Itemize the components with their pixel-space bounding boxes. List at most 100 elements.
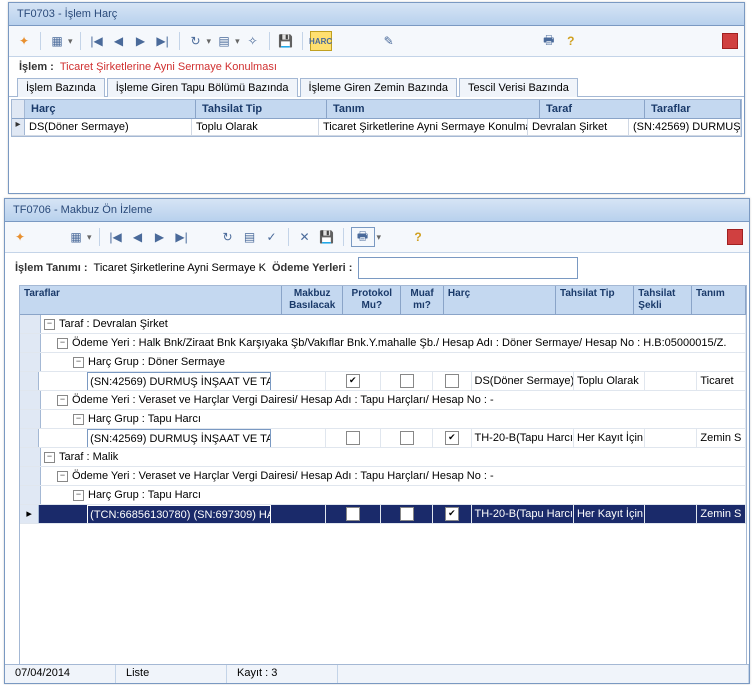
makbuz-checkbox[interactable] <box>346 431 360 445</box>
odeme-yerleri-label: Ödeme Yerleri : <box>272 262 353 274</box>
tool-icon[interactable]: ✎ <box>380 32 398 50</box>
makbuz-checkbox[interactable] <box>346 374 360 388</box>
collapse-icon[interactable]: − <box>57 395 68 406</box>
tab-tescil[interactable]: Tescil Verisi Bazında <box>459 78 578 97</box>
tree-odeme-row[interactable]: −Ödeme Yeri : Veraset ve Harçlar Vergi D… <box>20 467 746 486</box>
tree-odeme-row[interactable]: −Ödeme Yeri : Halk Bnk/Ziraat Bnk Karşıy… <box>20 334 746 353</box>
muaf-checkbox[interactable] <box>445 507 459 521</box>
check-icon[interactable]: ✓ <box>263 228 281 246</box>
nav-prev-icon[interactable]: ◀ <box>110 32 128 50</box>
tree-grid: Taraflar Makbuz Basılacak Protokol Mu? M… <box>19 285 747 665</box>
protokol-checkbox[interactable] <box>400 507 414 521</box>
refresh-icon[interactable]: ↻ <box>187 32 205 50</box>
collapse-icon[interactable]: − <box>44 319 55 330</box>
th-tahsekli[interactable]: Tahsilat Şekli <box>634 286 692 314</box>
tabs-win1: İşlem Bazında İşleme Giren Tapu Bölümü B… <box>9 77 744 97</box>
th-makbuz[interactable]: Makbuz Basılacak <box>282 286 343 314</box>
window-islem-harc: TF0703 - İşlem Harç ✦ ▦▾ |◀ ◀ ▶ ▶| ↻▾ ▤▾… <box>8 2 745 194</box>
export-icon[interactable]: ▤ <box>241 228 259 246</box>
tree-grup-row[interactable]: −Harç Grup : Tapu Harcı <box>20 410 746 429</box>
islem-tanimi-value: Ticaret Şirketlerine Ayni Sermaye K <box>94 262 266 274</box>
nav-prev-icon[interactable]: ◀ <box>129 228 147 246</box>
th-tahtip[interactable]: Tahsilat Tip <box>556 286 634 314</box>
th-tanim[interactable]: Tanım <box>692 286 746 314</box>
islem-tanimi-label: İşlem Tanımı : <box>15 262 88 274</box>
print-icon[interactable]: 🖶 <box>351 227 375 247</box>
tree-leaf-row[interactable]: (SN:42569) DURMUŞ İNŞAAT VE TAAH. F TH-2… <box>20 429 746 448</box>
th-muaf[interactable]: Muaf mı? <box>401 286 444 314</box>
nav-first-icon[interactable]: |◀ <box>88 32 106 50</box>
calendar-icon[interactable]: ▦ <box>67 228 85 246</box>
titlebar-win2: TF0706 - Makbuz Ön İzleme <box>5 199 749 222</box>
nav-first-icon[interactable]: |◀ <box>107 228 125 246</box>
col-taraf[interactable]: Taraf <box>540 100 645 118</box>
th-harc[interactable]: Harç <box>444 286 556 314</box>
th-protokol[interactable]: Protokol Mu? <box>343 286 401 314</box>
muaf-checkbox[interactable] <box>445 374 459 388</box>
nav-next-icon[interactable]: ▶ <box>151 228 169 246</box>
islem-label: İşlem : <box>19 61 54 73</box>
nav-next-icon[interactable]: ▶ <box>132 32 150 50</box>
toolbar-win1: ✦ ▦▾ |◀ ◀ ▶ ▶| ↻▾ ▤▾ ✧ 💾 HARC ✎ 🖶 ? <box>9 26 744 57</box>
app-logo-icon: ✦ <box>11 228 29 246</box>
status-kayit: Kayıt : 3 <box>227 665 338 683</box>
save-icon[interactable]: 💾 <box>318 228 336 246</box>
titlebar-win1: TF0703 - İşlem Harç <box>9 3 744 26</box>
close-button[interactable] <box>727 229 743 245</box>
collapse-icon[interactable]: − <box>57 471 68 482</box>
makbuz-checkbox[interactable] <box>346 507 360 521</box>
tree-odeme-row[interactable]: −Ödeme Yeri : Veraset ve Harçlar Vergi D… <box>20 391 746 410</box>
export-icon[interactable]: ▤ <box>215 32 233 50</box>
harc-icon[interactable]: HARC <box>310 31 332 51</box>
collapse-icon[interactable]: − <box>73 357 84 368</box>
tree-leaf-row-selected[interactable]: ▸ (TCN:66856130780) (SN:697309) HASAN TH… <box>20 505 746 524</box>
window-makbuz-onizleme: TF0706 - Makbuz Ön İzleme ✦ ▦▾ |◀ ◀ ▶ ▶|… <box>4 198 750 684</box>
grid-row[interactable]: ▸ DS(Döner Sermaye) Toplu Olarak Ticaret… <box>12 119 741 136</box>
refresh-icon[interactable]: ↻ <box>219 228 237 246</box>
cell-tanim: Ticaret Şirketlerine Ayni Sermaye Konulm… <box>319 119 528 135</box>
cell-harc: DS(Döner Sermaye) <box>25 119 192 135</box>
tab-zemin[interactable]: İşleme Giren Zemin Bazında <box>300 78 457 97</box>
tree-taraf-row[interactable]: −Taraf : Devralan Şirket <box>20 315 746 334</box>
row-indicator-icon: ▸ <box>12 119 25 135</box>
toolbar-win2: ✦ ▦▾ |◀ ◀ ▶ ▶| ↻ ▤ ✓ ✕ 💾 🖶▾ ? <box>5 222 749 253</box>
close-button[interactable] <box>722 33 738 49</box>
th-taraflar[interactable]: Taraflar <box>20 286 282 314</box>
muaf-checkbox[interactable] <box>445 431 459 445</box>
calendar-icon[interactable]: ▦ <box>48 32 66 50</box>
new-icon[interactable]: ✧ <box>244 32 262 50</box>
cell-taraflar: (SN:42569) DURMUŞ İNŞA <box>629 119 741 135</box>
cell-tahsilat: Toplu Olarak <box>192 119 319 135</box>
protokol-checkbox[interactable] <box>400 374 414 388</box>
islem-value: Ticaret Şirketlerine Ayni Sermaye Konulm… <box>60 61 277 73</box>
tree-grup-row[interactable]: −Harç Grup : Döner Sermaye <box>20 353 746 372</box>
print-icon[interactable]: 🖶 <box>540 32 558 50</box>
protokol-checkbox[interactable] <box>400 431 414 445</box>
save-icon[interactable]: 💾 <box>277 32 295 50</box>
collapse-icon[interactable]: − <box>73 490 84 501</box>
statusbar: 07/04/2014 Liste Kayıt : 3 <box>5 664 749 683</box>
odeme-yerleri-input[interactable] <box>358 257 578 279</box>
tab-islem-bazinda[interactable]: İşlem Bazında <box>17 78 105 97</box>
tree-grup-row[interactable]: −Harç Grup : Tapu Harcı <box>20 486 746 505</box>
delete-icon[interactable]: ✕ <box>296 228 314 246</box>
col-harc[interactable]: Harç <box>25 100 196 118</box>
collapse-icon[interactable]: − <box>44 452 55 463</box>
cell-taraf: Devralan Şirket <box>528 119 629 135</box>
nav-last-icon[interactable]: ▶| <box>173 228 191 246</box>
nav-last-icon[interactable]: ▶| <box>154 32 172 50</box>
status-date: 07/04/2014 <box>5 665 116 683</box>
col-tanim[interactable]: Tanım <box>327 100 540 118</box>
help-icon[interactable]: ? <box>562 32 580 50</box>
collapse-icon[interactable]: − <box>57 338 68 349</box>
col-taraflar[interactable]: Taraflar <box>645 100 741 118</box>
tree-leaf-row[interactable]: (SN:42569) DURMUŞ İNŞAAT VE TAAH. F DS(D… <box>20 372 746 391</box>
status-mode: Liste <box>116 665 227 683</box>
tab-tapu-bolumu[interactable]: İşleme Giren Tapu Bölümü Bazında <box>107 78 298 97</box>
tree-taraf-row[interactable]: −Taraf : Malik <box>20 448 746 467</box>
help-icon[interactable]: ? <box>409 228 427 246</box>
app-logo-icon: ✦ <box>15 32 33 50</box>
collapse-icon[interactable]: − <box>73 414 84 425</box>
grid-win1: Harç Tahsilat Tip Tanım Taraf Taraflar ▸… <box>11 99 742 137</box>
col-tahsilat[interactable]: Tahsilat Tip <box>196 100 327 118</box>
